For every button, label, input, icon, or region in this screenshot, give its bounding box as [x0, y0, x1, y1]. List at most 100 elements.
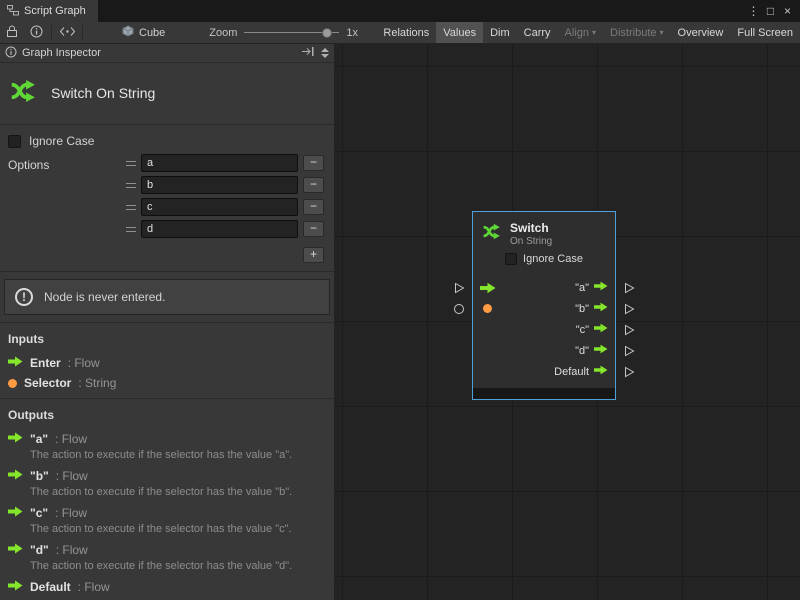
- flow-arrow-icon: [8, 469, 23, 483]
- output-port-default: Default : Flow: [0, 576, 334, 596]
- option-row: −: [126, 220, 324, 238]
- graph-inspector-panel: Graph Inspector Switch On String Ignore …: [0, 44, 335, 600]
- output-port-b[interactable]: [624, 303, 635, 315]
- value-port-icon: [480, 304, 492, 313]
- option-field-3[interactable]: [141, 220, 298, 238]
- options-list: − − − −: [126, 154, 324, 242]
- flow-arrow-icon: [8, 580, 23, 594]
- option-field-1[interactable]: [141, 176, 298, 194]
- node-ignore-case-row: Ignore Case: [473, 249, 615, 272]
- outputs-header: Outputs: [0, 399, 334, 428]
- values-button[interactable]: Values: [436, 22, 483, 43]
- output-port-description: The action to execute if the selector ha…: [0, 559, 334, 576]
- remove-option-button[interactable]: −: [303, 155, 324, 171]
- drag-handle-icon[interactable]: [126, 161, 136, 166]
- node-output-label-b: "b": [575, 303, 589, 315]
- toolbar-separator: [51, 25, 52, 40]
- flow-arrow-icon: [594, 344, 608, 357]
- output-port-d[interactable]: [624, 345, 635, 357]
- target-object-button[interactable]: Cube: [116, 22, 171, 43]
- switch-on-string-icon: [481, 221, 502, 247]
- window-maximize-button[interactable]: □: [762, 4, 779, 18]
- output-port-c: "c" : Flow: [0, 502, 334, 522]
- lock-icon: [6, 25, 18, 41]
- dim-button[interactable]: Dim: [483, 22, 517, 43]
- node-subtitle: On String: [510, 236, 552, 247]
- option-field-2[interactable]: [141, 198, 298, 216]
- switch-on-string-node[interactable]: Switch On String Ignore Case "a": [472, 211, 616, 400]
- align-button[interactable]: Align: [558, 22, 603, 43]
- flow-arrow-icon: [594, 281, 608, 294]
- remove-option-button[interactable]: −: [303, 177, 324, 193]
- window-controls: ⋮ □ ×: [745, 0, 800, 22]
- info-icon: [30, 25, 43, 41]
- drag-handle-icon[interactable]: [126, 183, 136, 188]
- remove-option-button[interactable]: −: [303, 221, 324, 237]
- unit-title: Switch On String: [51, 85, 155, 101]
- options-section: Options − − −: [0, 150, 334, 246]
- window-close-button[interactable]: ×: [779, 4, 796, 18]
- distribute-button[interactable]: Distribute: [603, 22, 670, 43]
- ignore-case-checkbox[interactable]: [8, 135, 21, 148]
- zoom-slider-thumb[interactable]: [322, 28, 332, 38]
- unit-title-block: Switch On String: [0, 63, 334, 124]
- fullscreen-button[interactable]: Full Screen: [730, 22, 800, 43]
- output-port-description: The action to execute if the selector ha…: [0, 485, 334, 502]
- drag-handle-icon[interactable]: [126, 227, 136, 232]
- output-port-description: The action to execute if the selector ha…: [0, 448, 334, 465]
- output-port-default[interactable]: [624, 366, 635, 378]
- flow-arrow-icon: [8, 432, 23, 446]
- flow-arrow-icon: [594, 365, 608, 378]
- remove-option-button[interactable]: −: [303, 199, 324, 215]
- tab-script-graph[interactable]: Script Graph: [0, 0, 98, 22]
- zoom-label: Zoom: [209, 27, 237, 39]
- window-menu-button[interactable]: ⋮: [745, 4, 762, 18]
- warning-icon: [15, 288, 33, 306]
- flow-arrow-icon: [594, 302, 608, 315]
- zoom-slider[interactable]: [244, 28, 339, 38]
- relations-button[interactable]: Relations: [376, 22, 436, 43]
- scroll-arrows[interactable]: [321, 48, 329, 58]
- carry-button[interactable]: Carry: [517, 22, 558, 43]
- graph-toolbar: Cube Zoom 1x Relations Values Dim Carry …: [0, 22, 800, 44]
- node-header: Switch On String: [473, 212, 615, 249]
- overview-button[interactable]: Overview: [671, 22, 731, 43]
- script-graph-icon: [7, 4, 19, 19]
- node-title: Switch: [510, 221, 552, 235]
- graph-canvas[interactable]: Switch On String Ignore Case "a": [335, 44, 800, 600]
- node-output-label-default: Default: [554, 366, 589, 378]
- switch-on-string-icon: [8, 76, 38, 109]
- node-footer: [473, 388, 615, 399]
- edit-script-button[interactable]: [55, 22, 79, 43]
- lock-button[interactable]: [0, 22, 24, 43]
- flow-arrow-icon: [594, 323, 608, 336]
- selector-value-port[interactable]: [454, 304, 464, 314]
- output-port-a: "a" : Flow: [0, 428, 334, 448]
- zoom-control: Zoom 1x: [209, 27, 358, 39]
- inspector-toggle-button[interactable]: [24, 22, 48, 43]
- ignore-case-label: Ignore Case: [29, 134, 94, 148]
- dock-icon[interactable]: [301, 46, 315, 60]
- flow-arrow-icon: [480, 282, 496, 294]
- node-ignore-case-checkbox[interactable]: [505, 253, 517, 265]
- output-port-d: "d" : Flow: [0, 539, 334, 559]
- zoom-value: 1x: [346, 27, 358, 39]
- node-output-label-c: "c": [576, 324, 589, 336]
- output-port-c[interactable]: [624, 324, 635, 336]
- option-row: −: [126, 198, 324, 216]
- info-icon: [5, 46, 17, 61]
- input-port-selector: Selector : String: [0, 372, 334, 392]
- drag-handle-icon[interactable]: [126, 205, 136, 210]
- node-port-row-d: "d": [473, 340, 615, 361]
- input-port-enter: Enter : Flow: [0, 352, 334, 372]
- flow-arrow-icon: [8, 506, 23, 520]
- tab-title: Script Graph: [24, 5, 86, 17]
- node-ports: "a" "b": [473, 272, 615, 386]
- tab-bar: Script Graph ⋮ □ ×: [0, 0, 800, 22]
- flow-arrow-icon: [8, 356, 23, 370]
- flow-arrow-icon: [8, 543, 23, 557]
- enter-flow-port[interactable]: [454, 282, 465, 294]
- output-port-a[interactable]: [624, 282, 635, 294]
- add-option-button[interactable]: +: [303, 247, 324, 263]
- option-field-0[interactable]: [141, 154, 298, 172]
